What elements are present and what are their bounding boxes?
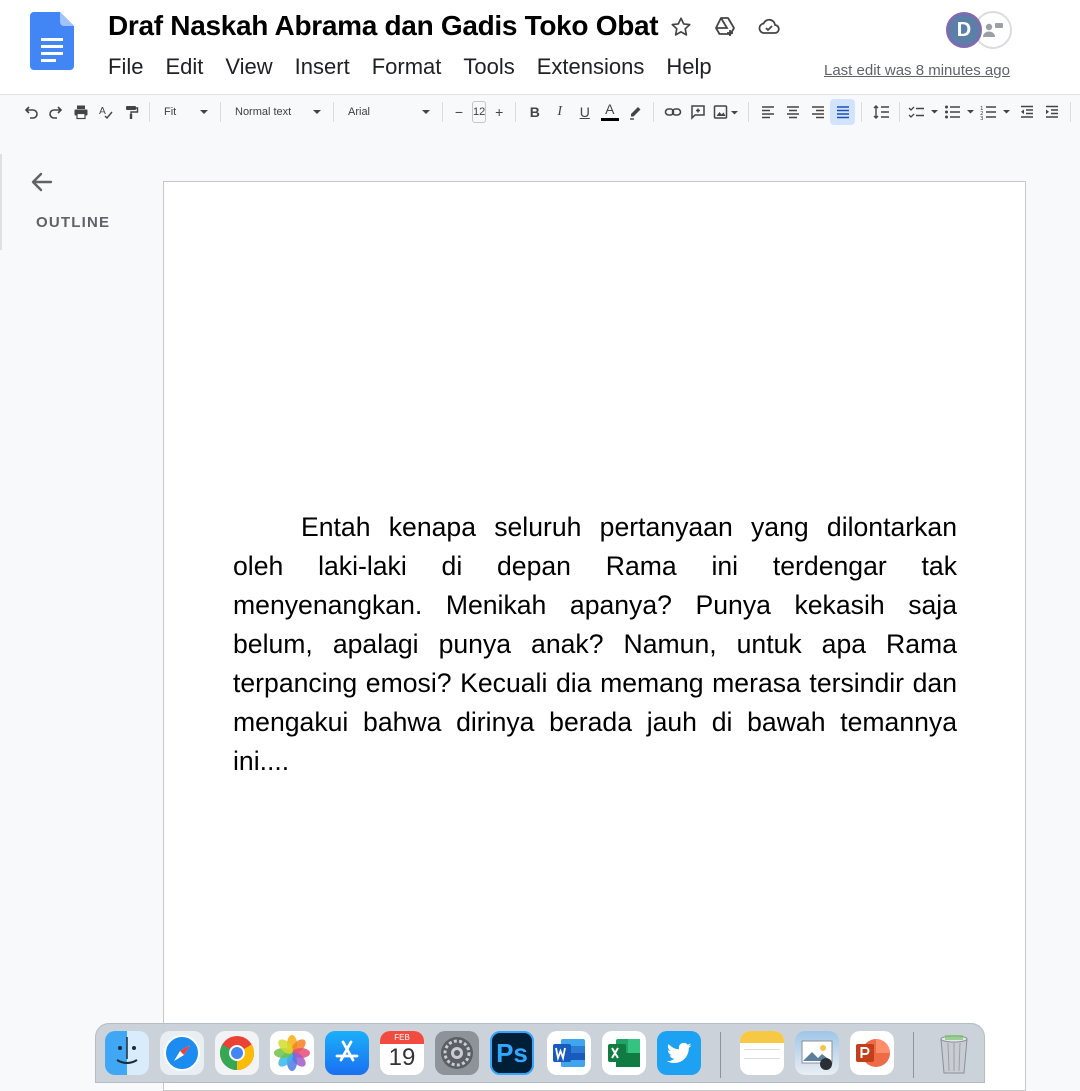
- star-icon[interactable]: [668, 14, 694, 40]
- redo-icon[interactable]: [43, 99, 68, 125]
- chevron-down-icon: [313, 109, 321, 114]
- bulleted-list-icon[interactable]: [942, 99, 978, 125]
- paragraph-style-value: Normal text: [235, 105, 292, 118]
- chevron-down-icon: [200, 109, 208, 114]
- menu-format[interactable]: Format: [372, 54, 464, 80]
- chevron-down-icon: [422, 109, 430, 114]
- align-justify-icon[interactable]: [830, 98, 856, 125]
- menu-insert[interactable]: Insert: [295, 54, 372, 80]
- toolbar-divider: [1070, 101, 1072, 122]
- align-right-icon[interactable]: [805, 99, 830, 125]
- print-icon[interactable]: [68, 99, 93, 125]
- paragraph-style-select[interactable]: Normal text: [227, 99, 327, 125]
- powerpoint-icon[interactable]: [850, 1031, 894, 1075]
- notes-icon[interactable]: [740, 1031, 784, 1075]
- document-page[interactable]: Entah kenapa seluruh pertanyaan yang dil…: [163, 181, 1026, 1091]
- zoom-value: Fit: [164, 105, 177, 118]
- bold-button[interactable]: B: [522, 99, 547, 125]
- paint-format-icon[interactable]: [118, 99, 143, 125]
- back-arrow-icon[interactable]: [29, 169, 55, 200]
- trash-icon[interactable]: [932, 1031, 976, 1075]
- toolbar-divider: [515, 101, 517, 122]
- app-store-icon[interactable]: [325, 1031, 369, 1075]
- spellcheck-icon[interactable]: A: [93, 99, 118, 125]
- photos-icon[interactable]: [270, 1031, 314, 1075]
- chrome-icon[interactable]: [215, 1031, 259, 1075]
- photoshop-label: Ps: [496, 1037, 528, 1068]
- document-title[interactable]: Draf Naskah Abrama dan Gadis Toko Obat: [108, 10, 659, 42]
- comment-icon[interactable]: [685, 99, 710, 125]
- calendar-month: FEB: [380, 1031, 424, 1044]
- toolbar-divider: [653, 101, 655, 122]
- formatting-toolbar: A Fit Normal text Arial − 12 + B I U A 1…: [0, 94, 1080, 128]
- zoom-select[interactable]: Fit: [156, 99, 214, 125]
- align-left-icon[interactable]: [755, 99, 780, 125]
- text-color-label: A: [605, 101, 615, 117]
- collaborators: D: [946, 11, 1012, 49]
- link-icon[interactable]: [660, 99, 685, 125]
- text-color-button[interactable]: A: [597, 99, 622, 125]
- toolbar-divider: [861, 101, 863, 122]
- notes-lines: [744, 1049, 780, 1059]
- increase-font-size-button[interactable]: +: [489, 99, 509, 125]
- decrease-indent-icon[interactable]: [1014, 99, 1039, 125]
- photoshop-icon[interactable]: Ps: [490, 1031, 534, 1075]
- menu-help[interactable]: Help: [666, 54, 733, 80]
- increase-indent-icon[interactable]: [1039, 99, 1064, 125]
- move-to-drive-icon[interactable]: [712, 14, 738, 40]
- underline-button[interactable]: U: [572, 99, 597, 125]
- align-center-icon[interactable]: [780, 99, 805, 125]
- line-spacing-icon[interactable]: [868, 99, 893, 125]
- menu-view[interactable]: View: [225, 54, 294, 80]
- font-size-input[interactable]: 12: [472, 100, 487, 123]
- menu-file[interactable]: File: [108, 54, 165, 80]
- excel-icon[interactable]: [602, 1031, 646, 1075]
- toolbar-divider: [149, 101, 150, 122]
- calendar-icon[interactable]: FEB 19: [380, 1031, 424, 1075]
- macos-dock: FEB 19 Ps: [95, 1023, 985, 1083]
- decrease-font-size-button[interactable]: −: [449, 99, 469, 125]
- font-select[interactable]: Arial: [340, 99, 436, 125]
- last-edit-link[interactable]: Last edit was 8 minutes ago: [824, 62, 1010, 79]
- toolbar-divider: [220, 101, 221, 122]
- preview-icon[interactable]: [795, 1031, 839, 1075]
- numbered-list-icon[interactable]: 123: [978, 99, 1014, 125]
- safari-icon[interactable]: [160, 1031, 204, 1075]
- outline-label: OUTLINE: [36, 214, 111, 231]
- dock-divider: [720, 1032, 721, 1078]
- checklist-icon[interactable]: [906, 99, 942, 125]
- dock-divider: [913, 1032, 914, 1078]
- system-preferences-icon[interactable]: [435, 1031, 479, 1075]
- toolbar-divider: [748, 101, 750, 122]
- font-value: Arial: [348, 105, 371, 118]
- word-icon[interactable]: [547, 1031, 591, 1075]
- toolbar-divider: [442, 101, 443, 122]
- body-paragraph[interactable]: Entah kenapa seluruh pertanyaan yang dil…: [233, 508, 957, 781]
- highlight-icon[interactable]: [622, 99, 647, 125]
- svg-text:A: A: [99, 106, 106, 117]
- menu-bar: File Edit View Insert Format Tools Exten…: [108, 54, 734, 80]
- finder-icon[interactable]: [105, 1031, 149, 1075]
- menu-extensions[interactable]: Extensions: [537, 54, 667, 80]
- toolbar-divider: [333, 101, 334, 122]
- cloud-saved-icon[interactable]: [756, 14, 782, 40]
- outline-panel-edge: [0, 154, 2, 250]
- italic-button[interactable]: I: [547, 99, 572, 125]
- svg-text:3: 3: [980, 116, 984, 120]
- notes-header: [740, 1031, 784, 1043]
- avatar[interactable]: D: [946, 12, 982, 48]
- insert-image-icon[interactable]: [710, 99, 742, 125]
- toolbar-divider: [899, 101, 901, 122]
- top-bar: Draf Naskah Abrama dan Gadis Toko Obat F…: [0, 0, 1080, 94]
- twitter-icon[interactable]: [657, 1031, 701, 1075]
- menu-edit[interactable]: Edit: [165, 54, 225, 80]
- menu-tools[interactable]: Tools: [463, 54, 536, 80]
- undo-icon[interactable]: [18, 99, 43, 125]
- calendar-day: 19: [388, 1044, 416, 1071]
- docs-logo-icon[interactable]: [30, 12, 74, 70]
- text-color-swatch: [600, 118, 619, 121]
